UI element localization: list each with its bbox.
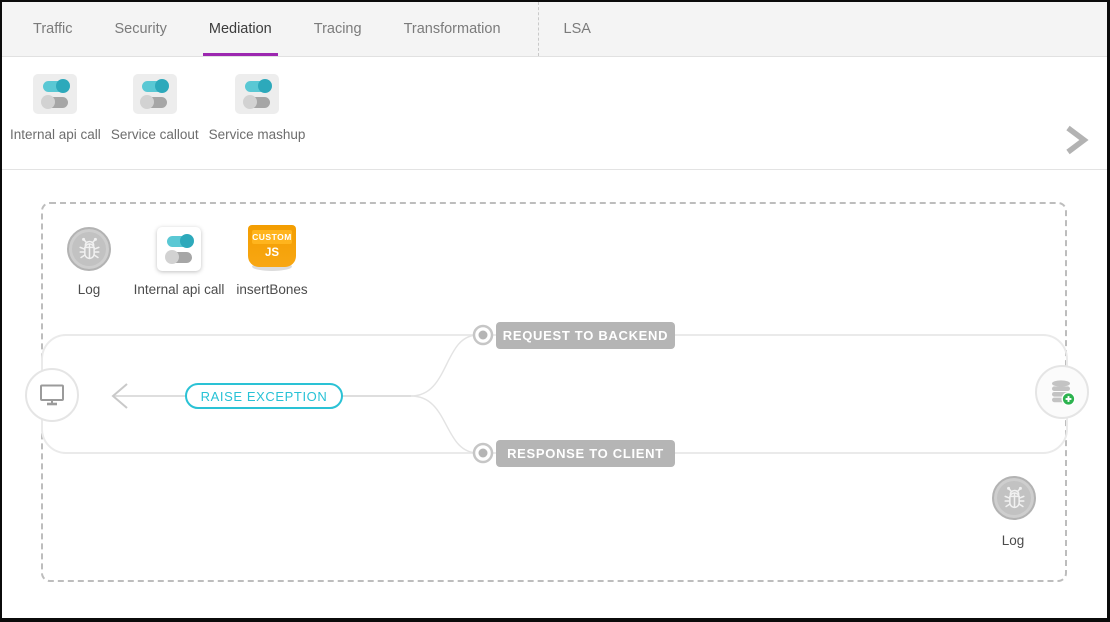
palette-item-internal-api-call[interactable]: Internal api call xyxy=(10,57,101,169)
palette-item-label: Internal api call xyxy=(10,127,101,142)
tab-security[interactable]: Security xyxy=(93,2,187,56)
tab-lsa[interactable]: LSA xyxy=(543,2,612,56)
policy-label-log: Log xyxy=(78,282,101,297)
chevron-right-icon[interactable] xyxy=(1059,123,1091,162)
policy-label-insertbones: insertBones xyxy=(236,282,307,297)
backend-endpoint[interactable] xyxy=(1035,365,1089,419)
palette-item-service-mashup[interactable]: Service mashup xyxy=(209,57,306,169)
custom-js-icon: CUSTOM JS xyxy=(248,225,296,267)
palette-item-label: Service mashup xyxy=(209,127,306,142)
toggle-policy-icon xyxy=(33,74,77,114)
raise-exception-label[interactable]: RAISE EXCEPTION xyxy=(185,383,343,409)
policy-internal-api-call[interactable] xyxy=(157,227,201,271)
toggle-policy-icon xyxy=(133,74,177,114)
response-to-client-label[interactable]: RESPONSE TO CLIENT xyxy=(496,440,675,467)
toggle-policy-icon xyxy=(235,74,279,114)
policy-label-internal-api-call: Internal api call xyxy=(134,282,225,297)
client-endpoint xyxy=(25,368,79,422)
policy-label-log-response: Log xyxy=(1002,533,1025,548)
toggle-policy-icon xyxy=(157,227,201,271)
policy-category-tabbar: Traffic Security Mediation Tracing Trans… xyxy=(2,2,1107,57)
mediation-flow-canvas: Log Internal api call CUSTOM JS insertBo… xyxy=(2,170,1107,618)
tab-mediation[interactable]: Mediation xyxy=(188,2,293,56)
tab-traffic[interactable]: Traffic xyxy=(12,2,93,56)
bug-log-icon xyxy=(76,236,103,263)
monitor-icon xyxy=(38,382,66,408)
palette-item-label: Service callout xyxy=(111,127,199,142)
tab-divider xyxy=(538,2,539,56)
request-to-backend-label[interactable]: REQUEST TO BACKEND xyxy=(496,322,675,349)
policy-log-response[interactable] xyxy=(992,476,1036,520)
palette-item-service-callout[interactable]: Service callout xyxy=(111,57,199,169)
mediation-designer-window: Traffic Security Mediation Tracing Trans… xyxy=(0,0,1110,622)
policy-log-request[interactable] xyxy=(67,227,111,271)
database-add-icon xyxy=(1047,377,1077,407)
policy-insertbones[interactable]: CUSTOM JS xyxy=(248,225,296,271)
policy-palette: Internal api call Service callout Servic… xyxy=(2,57,1107,170)
tab-transformation[interactable]: Transformation xyxy=(383,2,522,56)
tab-tracing[interactable]: Tracing xyxy=(293,2,383,56)
bug-log-icon xyxy=(1001,485,1028,512)
